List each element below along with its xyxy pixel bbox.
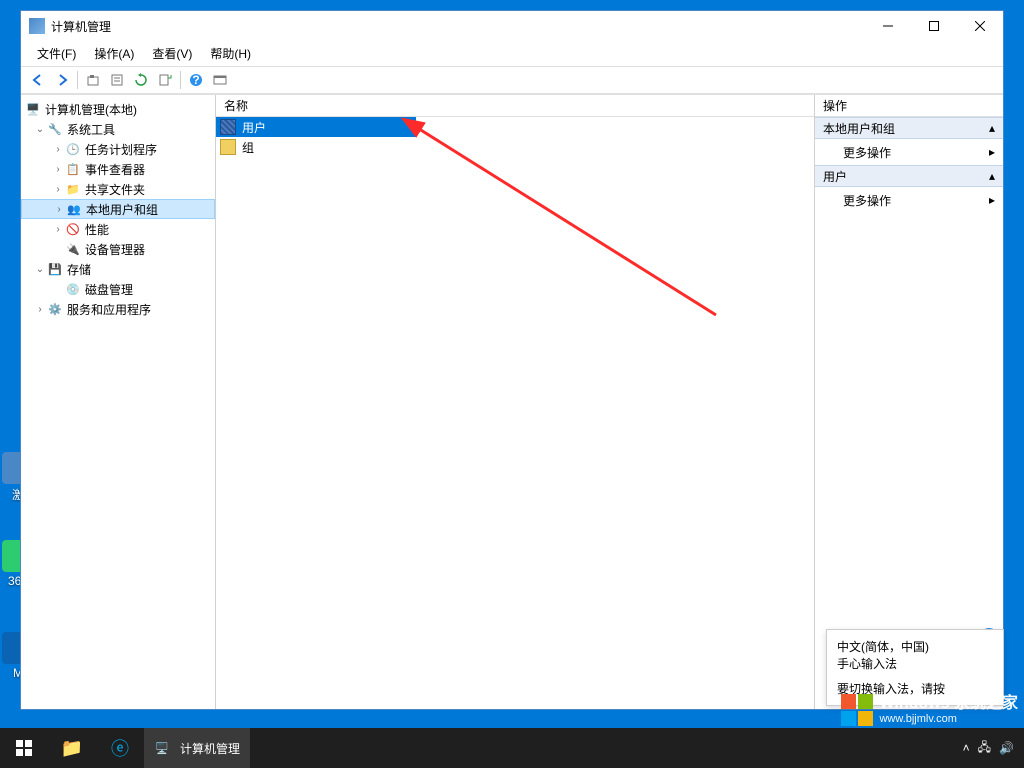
app-icon [29,18,45,34]
taskbar-edge[interactable]: ⓔ [96,728,144,768]
actions-more-2[interactable]: 更多操作 ▸ [815,187,1003,213]
menubar: 文件(F) 操作(A) 查看(V) 帮助(H) [21,41,1003,66]
navigation-tree[interactable]: 🖥️ 计算机管理(本地) ⌄ 🔧 系统工具 › 🕒 任务计划程序 › 📋 事件查… [21,95,216,709]
clock-icon: 🕒 [65,141,81,157]
close-button[interactable] [957,11,1003,41]
actions-section-lug[interactable]: 本地用户和组 ▴ [815,117,1003,139]
expand-icon[interactable]: › [33,304,47,315]
actions-header: 操作 [815,95,1003,117]
forward-button[interactable] [51,69,73,91]
column-header-name[interactable]: 名称 [216,95,814,117]
properties-button[interactable] [106,69,128,91]
window-title: 计算机管理 [51,18,865,35]
folder-share-icon: 📁 [65,181,81,197]
menu-view[interactable]: 查看(V) [144,43,200,64]
storage-icon: 💾 [47,261,63,277]
chevron-right-icon: ▸ [989,193,995,207]
tools-icon: 🔧 [47,121,63,137]
folder-icon: 📁 [61,738,83,759]
maximize-button[interactable] [911,11,957,41]
ime-lang: 中文(简体，中国) [837,638,993,655]
view-button[interactable] [209,69,231,91]
menu-help[interactable]: 帮助(H) [202,43,259,64]
tree-task-scheduler[interactable]: › 🕒 任务计划程序 [21,139,215,159]
expand-icon[interactable]: › [51,224,65,235]
help-button[interactable]: ? [185,69,207,91]
tree-shared-folders[interactable]: › 📁 共享文件夹 [21,179,215,199]
expand-icon[interactable]: › [52,204,66,215]
up-button[interactable] [82,69,104,91]
list-item-groups[interactable]: 组 [216,137,814,157]
performance-icon: 🚫 [65,221,81,237]
actions-section-users[interactable]: 用户 ▴ [815,165,1003,187]
tree-device-manager[interactable]: 🔌 设备管理器 [21,239,215,259]
computer-icon: 🖥️ [25,101,41,117]
tree-performance[interactable]: › 🚫 性能 [21,219,215,239]
content-pane: 名称 用户 组 [216,95,815,709]
tree-system-tools[interactable]: ⌄ 🔧 系统工具 [21,119,215,139]
tree-event-viewer[interactable]: › 📋 事件查看器 [21,159,215,179]
tree-local-users-groups[interactable]: › 👥 本地用户和组 [21,199,215,219]
item-list[interactable]: 用户 组 [216,117,814,709]
refresh-button[interactable] [130,69,152,91]
folder-icon [220,139,236,155]
tray-chevron-icon[interactable]: ˄ [963,741,970,755]
taskbar-explorer[interactable]: 📁 [48,728,96,768]
tree-storage[interactable]: ⌄ 💾 存储 [21,259,215,279]
expand-icon[interactable]: › [51,144,65,155]
tray-network-icon[interactable]: 🖧 [978,738,991,759]
actions-more-1[interactable]: 更多操作 ▸ [815,139,1003,165]
expand-icon[interactable]: › [51,184,65,195]
taskbar-app-compmgmt[interactable]: 🖥️ 计算机管理 [144,728,250,768]
services-icon: ⚙️ [47,301,63,317]
taskbar[interactable]: 📁 ⓔ 🖥️ 计算机管理 ˄ 🖧 🔊 [0,728,1024,768]
system-tray[interactable]: ˄ 🖧 🔊 [963,738,1024,759]
tree-root[interactable]: 🖥️ 计算机管理(本地) [21,99,215,119]
chevron-up-icon: ▴ [989,121,995,135]
app-icon: 🖥️ [154,740,170,756]
ime-hint: 要切换输入法，请按 [837,680,993,697]
device-icon: 🔌 [65,241,81,257]
export-button[interactable] [154,69,176,91]
ime-popup: 中文(简体，中国) 手心输入法 要切换输入法，请按 [826,629,1004,706]
toolbar: ? [21,66,1003,94]
collapse-icon[interactable]: ⌄ [33,124,47,135]
titlebar[interactable]: 计算机管理 [21,11,1003,41]
tree-services-apps[interactable]: › ⚙️ 服务和应用程序 [21,299,215,319]
event-icon: 📋 [65,161,81,177]
tree-disk-management[interactable]: 💿 磁盘管理 [21,279,215,299]
users-icon: 👥 [66,201,82,217]
folder-icon [220,119,236,135]
expand-icon[interactable]: › [51,164,65,175]
menu-file[interactable]: 文件(F) [29,43,84,64]
list-item-users[interactable]: 用户 [216,117,416,137]
start-button[interactable] [0,728,48,768]
computer-management-window: 计算机管理 文件(F) 操作(A) 查看(V) 帮助(H) ? 🖥️ 计算机管理… [20,10,1004,710]
disk-icon: 💿 [65,281,81,297]
tray-volume-icon[interactable]: 🔊 [999,741,1014,755]
svg-text:?: ? [192,73,199,87]
collapse-icon[interactable]: ⌄ [33,264,47,275]
minimize-button[interactable] [865,11,911,41]
edge-icon: ⓔ [111,735,129,761]
back-button[interactable] [27,69,49,91]
chevron-up-icon: ▴ [989,169,995,183]
menu-action[interactable]: 操作(A) [86,43,142,64]
chevron-right-icon: ▸ [989,145,995,159]
ime-name: 手心输入法 [837,655,993,672]
actions-pane: 操作 本地用户和组 ▴ 更多操作 ▸ 用户 ▴ 更多操作 ▸ [815,95,1003,709]
